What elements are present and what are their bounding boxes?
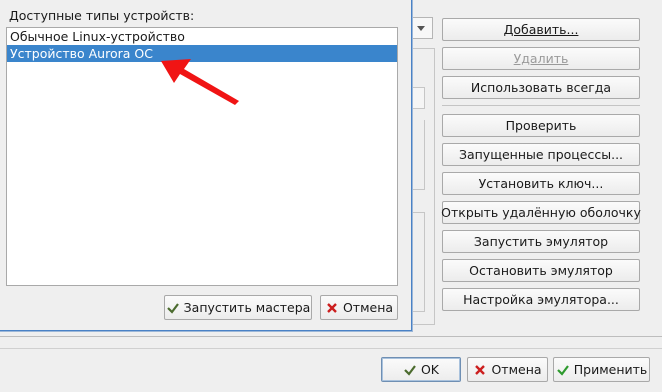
dialog-cancel-button[interactable]: Отмена <box>320 295 398 320</box>
ok-label: OK <box>420 362 440 377</box>
chevron-down-icon <box>417 26 425 31</box>
cancel-x-icon <box>325 301 339 315</box>
list-item-linux-device[interactable]: Обычное Linux-устройство <box>7 28 397 45</box>
stop-emulator-button[interactable]: Остановить эмулятор <box>442 259 640 282</box>
emulator-settings-label: Настройка эмулятора... <box>463 292 619 307</box>
remove-device-button[interactable]: Удалить <box>442 47 640 70</box>
wizard-check-icon <box>166 301 180 315</box>
start-wizard-button[interactable]: Запустить мастера <box>164 295 312 320</box>
test-label: Проверить <box>505 118 577 133</box>
divider <box>0 348 662 349</box>
add-device-button[interactable]: Добавить... <box>442 18 640 41</box>
processes-button[interactable]: Запущенные процессы... <box>442 143 640 166</box>
start-emulator-button[interactable]: Запустить эмулятор <box>442 230 640 253</box>
set-default-label: Использовать всегда <box>470 80 612 95</box>
apply-button[interactable]: Применить <box>553 357 650 382</box>
processes-label: Запущенные процессы... <box>458 147 624 162</box>
start-emulator-label: Запустить эмулятор <box>473 234 609 249</box>
set-default-button[interactable]: Использовать всегда <box>442 76 640 99</box>
add-device-label: Добавить... <box>503 22 579 37</box>
test-button[interactable]: Проверить <box>442 114 640 137</box>
options-window: Добавить... Удалить Использовать всегда … <box>0 0 662 392</box>
apply-check-icon <box>556 363 570 377</box>
device-types-label: Доступные типы устройств: <box>9 8 195 23</box>
settings-field[interactable] <box>410 87 425 109</box>
cancel-x-icon <box>473 363 487 377</box>
footer-cancel-button[interactable]: Отмена <box>467 357 548 382</box>
ok-button[interactable]: OK <box>381 357 461 382</box>
stop-emulator-label: Остановить эмулятор <box>469 263 613 278</box>
remove-device-label: Удалить <box>513 51 569 66</box>
deploy-key-label: Установить ключ... <box>478 176 604 191</box>
dialog-cancel-label: Отмена <box>342 300 394 315</box>
emulator-settings-button[interactable]: Настройка эмулятора... <box>442 288 640 311</box>
deploy-key-button[interactable]: Установить ключ... <box>442 172 640 195</box>
settings-group <box>410 212 425 312</box>
device-type-dialog: Доступные типы устройств: Обычное Linux-… <box>0 0 412 331</box>
open-shell-button[interactable]: Открыть удалённую оболочку <box>441 201 641 224</box>
footer-cancel-label: Отмена <box>491 362 542 377</box>
start-wizard-label: Запустить мастера <box>183 300 311 315</box>
divider <box>442 105 640 106</box>
settings-group <box>410 120 425 190</box>
apply-label: Применить <box>573 362 648 377</box>
divider <box>0 336 662 337</box>
ok-check-icon <box>403 363 417 377</box>
open-shell-label: Открыть удалённую оболочку <box>441 205 641 220</box>
red-arrow-annotation <box>161 59 239 105</box>
